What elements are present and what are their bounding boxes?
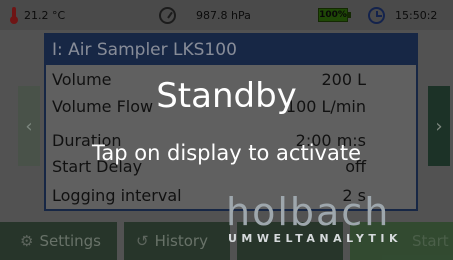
standby-subtitle: Tap on display to activate	[92, 141, 361, 165]
standby-title: Standby	[156, 76, 297, 116]
logo-tagline: UMWELTANALYTIK	[228, 232, 402, 245]
logo-wordmark: holbach	[226, 190, 391, 234]
device-screen[interactable]: 21.2 °C 987.8 hPa 100% 15:50:2 I: Air Sa…	[0, 0, 453, 260]
holbach-logo: holbach UMWELTANALYTIK	[222, 190, 452, 246]
